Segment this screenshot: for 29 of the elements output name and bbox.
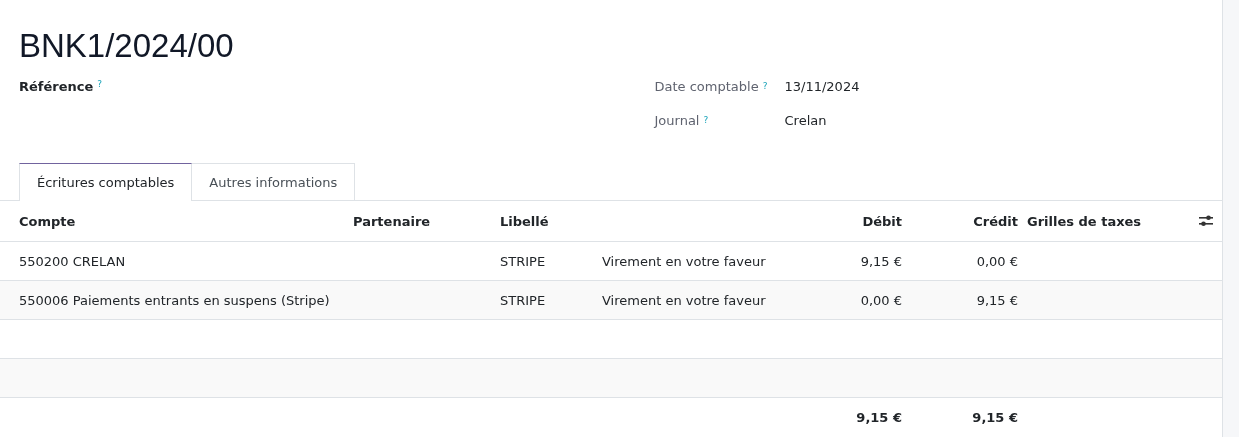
table-cell-text: Virement en votre faveur	[602, 252, 767, 271]
table-cell-text: Virement en votre faveur	[602, 291, 767, 310]
field-value: Crelan	[784, 112, 827, 128]
column-header: Crédit	[972, 212, 1018, 231]
table-cell-text: STRIPE	[500, 291, 547, 310]
scrollbar[interactable]	[1222, 0, 1239, 437]
column-header: Débit	[861, 212, 902, 231]
tab[interactable]: Écritures comptables	[19, 163, 193, 201]
total-amount: 9,15 €	[971, 408, 1018, 427]
account-cell-text: 550200 CRELAN	[19, 252, 127, 271]
total-amount: 9,15 €	[855, 408, 902, 427]
field-label: Référence	[19, 78, 94, 94]
table-cell-text: 9,15 €	[975, 291, 1018, 310]
document-title: BNK1/2024/00	[18, 26, 235, 66]
field-label: Date comptable	[654, 78, 759, 94]
column-header: Grilles de taxes	[1026, 212, 1143, 231]
settings-icon[interactable]	[1199, 215, 1213, 227]
account-cell-text: 550006 Paiements entrants en suspens (Stripe)	[19, 291, 331, 310]
table-cell-text: 0,00 €	[975, 252, 1018, 271]
column-header: Compte	[19, 212, 77, 231]
field-label: Journal	[654, 112, 700, 128]
field-value: 13/11/2024	[784, 78, 860, 94]
column-header: Partenaire	[353, 212, 432, 231]
tab[interactable]: Autres informations	[192, 163, 356, 200]
table-row[interactable]: 550006 Paiements entrants en suspens (Stripe) STRIPE Virement en votre faveur 0,00 € 9,15 €	[0, 281, 1222, 320]
column-header: Libellé	[500, 212, 550, 231]
table-cell-text: 0,00 €	[859, 291, 902, 310]
table-cell-text: 9,15 €	[859, 252, 902, 271]
table-cell-text: STRIPE	[500, 252, 547, 271]
